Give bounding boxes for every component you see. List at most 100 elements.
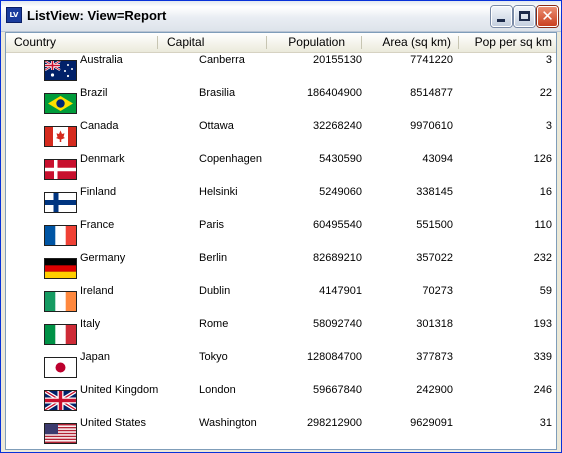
window-title: ListView: View=Report [27, 8, 167, 23]
country-cell: Denmark [80, 153, 125, 165]
density-cell: 3 [545, 120, 552, 132]
capital-cell: Brasilia [199, 87, 236, 99]
population-cell: 5430590 [319, 153, 362, 165]
population-cell: 4147901 [319, 285, 362, 297]
country-cell: Finland [80, 186, 117, 198]
minimize-button[interactable] [491, 6, 512, 27]
country-cell: Germany [80, 252, 126, 264]
population-cell: 82689210 [313, 252, 362, 264]
capital-cell: Washington [199, 417, 257, 429]
united-states-flag-icon [44, 423, 77, 444]
density-cell: 16 [539, 186, 552, 198]
column-header-country[interactable]: Country [14, 33, 56, 52]
capital-cell: Berlin [199, 252, 228, 264]
population-cell: 58092740 [313, 318, 362, 330]
column-header-density[interactable]: Pop per sq km [458, 33, 552, 52]
capital-cell: Canberra [199, 54, 245, 66]
density-cell: 193 [533, 318, 552, 330]
area-cell: 357022 [416, 252, 453, 264]
country-cell: France [80, 219, 115, 231]
density-cell: 22 [539, 87, 552, 99]
table-row[interactable]: United States Washington 298212900 96290… [6, 417, 556, 449]
canada-flag-icon [44, 126, 77, 147]
population-cell: 20155130 [313, 54, 362, 66]
country-cell: Japan [80, 351, 110, 363]
table-row[interactable]: Denmark Copenhagen 5430590 43094 126 [6, 153, 556, 186]
ireland-flag-icon [44, 291, 77, 312]
area-cell: 43094 [422, 153, 453, 165]
population-cell: 60495540 [313, 219, 362, 231]
country-cell: United States [80, 417, 147, 429]
population-cell: 32268240 [313, 120, 362, 132]
united-kingdom-flag-icon [44, 390, 77, 411]
density-cell: 126 [533, 153, 552, 165]
table-row[interactable]: France Paris 60495540 551500 110 [6, 219, 556, 252]
list-view-app-icon[interactable]: LV [6, 7, 22, 23]
main-window: LV ListView: View=Report ✕ Country Capit… [0, 0, 562, 453]
table-row[interactable]: Australia Canberra 20155130 7741220 3 [6, 54, 556, 87]
australia-flag-icon [44, 60, 77, 81]
area-cell: 8514877 [410, 87, 453, 99]
country-cell: Italy [80, 318, 101, 330]
brazil-flag-icon [44, 93, 77, 114]
capital-cell: Helsinki [199, 186, 238, 198]
area-cell: 551500 [416, 219, 453, 231]
table-row[interactable]: Brazil Brasilia 186404900 8514877 22 [6, 87, 556, 120]
country-cell: United Kingdom [80, 384, 159, 396]
country-list-view[interactable]: Country Capital Population Area (sq km) … [5, 32, 557, 450]
table-row[interactable]: Japan Tokyo 128084700 377873 339 [6, 351, 556, 384]
area-cell: 377873 [416, 351, 453, 363]
japan-flag-icon [44, 357, 77, 378]
density-cell: 59 [539, 285, 552, 297]
germany-flag-icon [44, 258, 77, 279]
population-cell: 186404900 [306, 87, 362, 99]
country-cell: Ireland [80, 285, 114, 297]
close-icon: ✕ [541, 7, 554, 25]
column-header-capital[interactable]: Capital [167, 33, 204, 52]
italy-flag-icon [44, 324, 77, 345]
area-cell: 7741220 [410, 54, 453, 66]
title-bar[interactable]: LV ListView: View=Report ✕ [1, 1, 561, 32]
country-cell: Brazil [80, 87, 108, 99]
table-row[interactable]: Finland Helsinki 5249060 338145 16 [6, 186, 556, 219]
capital-cell: Paris [199, 219, 225, 231]
density-cell: 110 [534, 219, 552, 231]
list-header: Country Capital Population Area (sq km) … [6, 33, 556, 53]
country-cell: Australia [80, 54, 123, 66]
area-cell: 70273 [422, 285, 453, 297]
finland-flag-icon [44, 192, 77, 213]
column-divider[interactable] [157, 36, 158, 49]
column-header-population[interactable]: Population [266, 33, 345, 52]
table-row[interactable]: Canada Ottawa 32268240 9970610 3 [6, 120, 556, 153]
close-button[interactable]: ✕ [537, 6, 558, 27]
population-cell: 59667840 [313, 384, 362, 396]
table-row[interactable]: United Kingdom London 59667840 242900 24… [6, 384, 556, 417]
density-cell: 232 [533, 252, 552, 264]
capital-cell: Tokyo [199, 351, 228, 363]
area-cell: 338145 [416, 186, 453, 198]
area-cell: 9629091 [410, 417, 453, 429]
density-cell: 246 [533, 384, 552, 396]
density-cell: 339 [533, 351, 552, 363]
minimize-icon [497, 19, 505, 22]
capital-cell: Ottawa [199, 120, 234, 132]
area-cell: 301318 [416, 318, 453, 330]
denmark-flag-icon [44, 159, 77, 180]
density-cell: 3 [545, 54, 552, 66]
area-cell: 242900 [416, 384, 453, 396]
maximize-icon [519, 11, 530, 21]
maximize-button[interactable] [514, 6, 535, 27]
population-cell: 298212900 [306, 417, 362, 429]
country-cell: Canada [80, 120, 119, 132]
capital-cell: Rome [199, 318, 229, 330]
column-header-area[interactable]: Area (sq km) [361, 33, 451, 52]
table-row[interactable]: Italy Rome 58092740 301318 193 [6, 318, 556, 351]
area-cell: 9970610 [410, 120, 453, 132]
population-cell: 5249060 [319, 186, 362, 198]
population-cell: 128084700 [306, 351, 362, 363]
france-flag-icon [44, 225, 77, 246]
capital-cell: Dublin [199, 285, 231, 297]
table-row[interactable]: Germany Berlin 82689210 357022 232 [6, 252, 556, 285]
density-cell: 31 [539, 417, 552, 429]
table-row[interactable]: Ireland Dublin 4147901 70273 59 [6, 285, 556, 318]
